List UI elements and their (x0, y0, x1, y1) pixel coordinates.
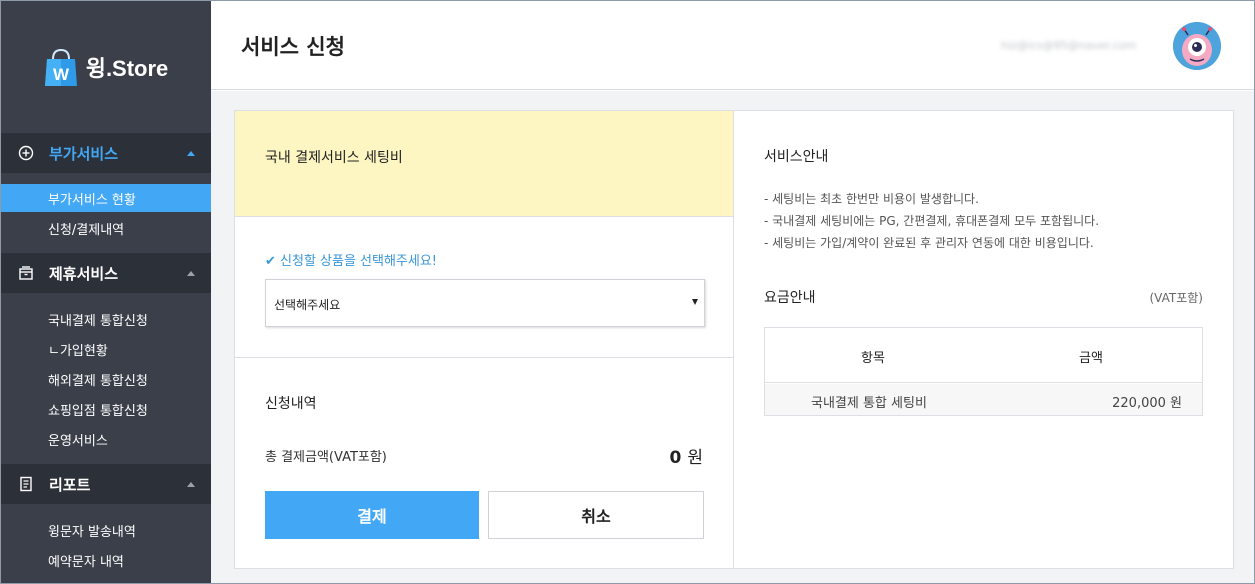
sidebar-section-title: 제휴서비스 (49, 264, 119, 283)
total-amount-unit: 원 (687, 448, 703, 468)
sidebar-item-addon-status[interactable]: 부가서비스 현황 (1, 184, 211, 212)
caret-up-icon (187, 481, 195, 487)
product-select-value: 선택해주세요 (274, 298, 341, 312)
sidebar-section-partner[interactable]: 제휴서비스 (1, 253, 211, 293)
sidebar-item-shopping-entry[interactable]: 쇼핑입점 통합신청 (1, 395, 211, 423)
box-icon (17, 264, 35, 282)
table-header-row: 항목 금액 (765, 328, 1202, 383)
info-title: 서비스안내 (764, 149, 829, 165)
info-line: - 세팅비는 최초 한번만 비용이 발생합니다. (764, 192, 979, 206)
product-select[interactable]: 선택해주세요 (265, 279, 705, 327)
sidebar-item-signup-status[interactable]: ㄴ가입현황 (1, 335, 211, 363)
info-line: - 세팅비는 가입/계약이 완료된 후 관리자 연동에 대한 비용입니다. (764, 236, 1094, 250)
total-amount-value: 0 (669, 448, 682, 468)
sidebar: W 윙.Store 부가서비스 부가서비스 현황 신청/결제내역 제휴서비스 국… (1, 1, 211, 583)
logo[interactable]: W 윙.Store (1, 1, 211, 133)
sidebar-item-overseas-payment[interactable]: 해외결제 통합신청 (1, 365, 211, 393)
cancel-button[interactable]: 취소 (488, 491, 704, 539)
sidebar-item-sms-history[interactable]: 윙문자 발송내역 (1, 516, 211, 544)
sidebar-section-report[interactable]: 리포트 (1, 464, 211, 504)
top-header: 서비스 신청 hiz@ics@95@naver.com (211, 1, 1254, 90)
service-banner: 국내 결제서비스 세팅비 (235, 111, 733, 217)
sidebar-section-title: 부가서비스 (49, 144, 119, 163)
divider (235, 357, 733, 358)
total-amount: 0원 (670, 443, 703, 468)
main-content: 국내 결제서비스 세팅비 ✔ 신청할 상품을 선택해주세요! 선택해주세요 신청… (211, 91, 1254, 583)
info-line: - 국내결제 세팅비에는 PG, 간편결제, 휴대폰결제 모두 포함됩니다. (764, 214, 1100, 228)
service-card: 국내 결제서비스 세팅비 ✔ 신청할 상품을 선택해주세요! 선택해주세요 신청… (234, 110, 1234, 569)
cell-amount: 220,000 원 (1112, 396, 1182, 411)
user-email: hiz@ics@95@naver.com (1001, 39, 1137, 52)
logo-text: 윙.Store (85, 56, 169, 81)
fee-title: 요금안내 (764, 290, 816, 306)
select-prompt: ✔ 신청할 상품을 선택해주세요! (265, 254, 438, 269)
page-title: 서비스 신청 (241, 35, 345, 59)
order-panel: 국내 결제서비스 세팅비 ✔ 신청할 상품을 선택해주세요! 선택해주세요 신청… (235, 111, 734, 568)
caret-up-icon (187, 270, 195, 276)
sidebar-item-reserved-sms[interactable]: 예약문자 내역 (1, 546, 211, 574)
sidebar-item-operation-service[interactable]: 운영서비스 (1, 425, 211, 453)
dropdown-arrow-icon (692, 299, 698, 305)
shopping-bag-icon: W (44, 47, 78, 87)
avatar[interactable] (1173, 22, 1221, 70)
cell-item: 국내결제 통합 세팅비 (811, 396, 927, 411)
app-window: W 윙.Store 부가서비스 부가서비스 현황 신청/결제내역 제휴서비스 국… (0, 0, 1255, 584)
table-row: 국내결제 통합 세팅비 220,000 원 (765, 384, 1202, 415)
caret-up-icon (187, 150, 195, 156)
history-title: 신청내역 (265, 396, 317, 412)
fee-table: 항목 금액 국내결제 통합 세팅비 220,000 원 (764, 327, 1203, 416)
plus-circle-icon (17, 144, 35, 162)
column-header-amount: 금액 (1079, 351, 1103, 366)
fee-vat-note: (VAT포함) (1149, 291, 1204, 305)
service-name: 국내 결제서비스 세팅비 (265, 150, 403, 166)
sidebar-section-addon[interactable]: 부가서비스 (1, 133, 211, 173)
report-icon (17, 475, 35, 493)
sidebar-section-title: 리포트 (49, 475, 91, 494)
logo-letter: W (53, 65, 70, 84)
pay-button[interactable]: 결제 (265, 491, 479, 539)
total-label: 총 결제금액(VAT포함) (265, 450, 387, 465)
column-header-item: 항목 (861, 351, 885, 366)
sidebar-item-domestic-payment[interactable]: 국내결제 통합신청 (1, 305, 211, 333)
info-panel: 서비스안내 - 세팅비는 최초 한번만 비용이 발생합니다. - 국내결제 세팅… (735, 111, 1233, 568)
sidebar-item-payment-history[interactable]: 신청/결제내역 (1, 214, 211, 242)
